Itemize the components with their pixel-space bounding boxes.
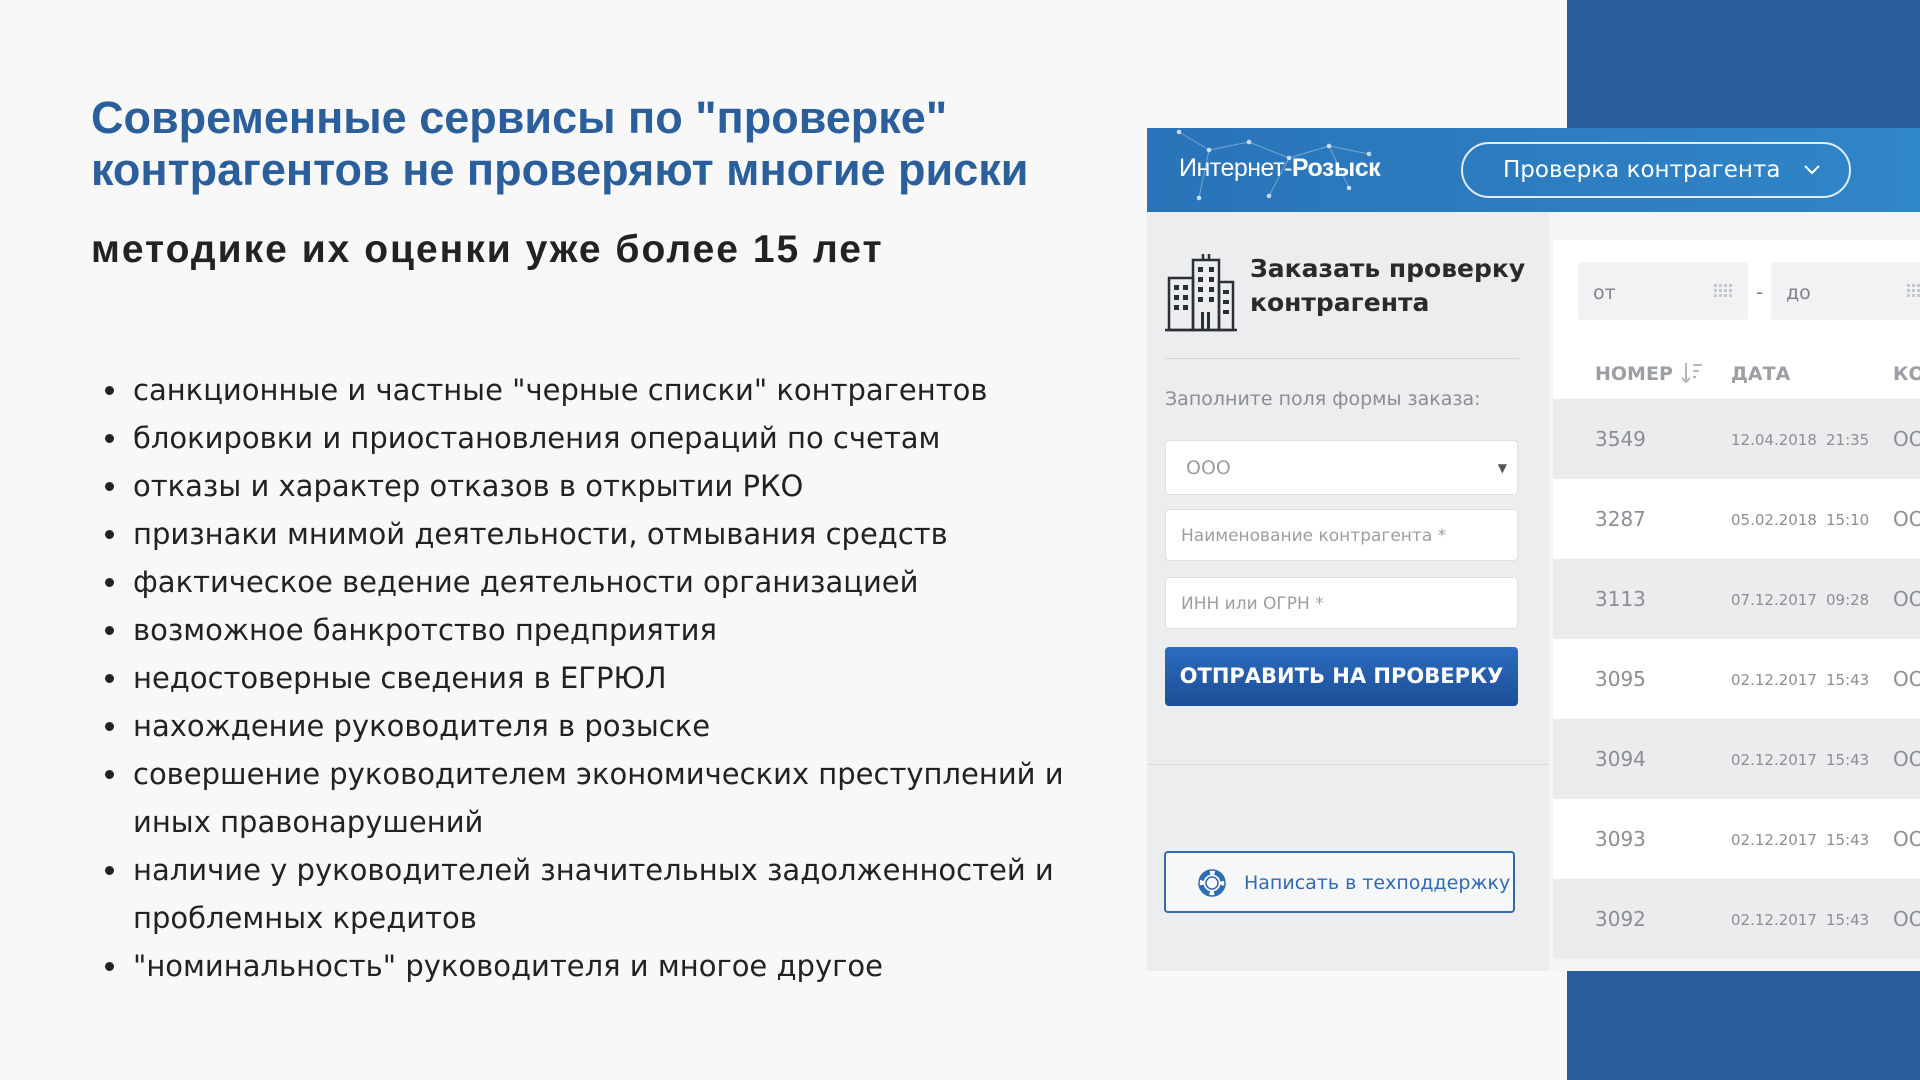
contractor-name-input[interactable]: Наименование контрагента * xyxy=(1165,509,1518,561)
column-header-contractor[interactable]: КОН xyxy=(1893,363,1920,385)
org-type-value: ООО xyxy=(1186,457,1231,479)
order-number: 3094 xyxy=(1595,747,1646,771)
table-row[interactable]: 3094 02.12.2017 15:43 ОО xyxy=(1553,719,1920,799)
date-to-input[interactable]: до xyxy=(1771,262,1920,320)
order-date: 02.12.2017 xyxy=(1731,751,1817,769)
support-button[interactable]: Написать в техподдержку xyxy=(1164,851,1515,913)
list-item: отказы и характер отказов в открытии РКО xyxy=(91,462,1091,510)
date-from-placeholder: от xyxy=(1593,282,1616,304)
list-item: недостоверные сведения в ЕГРЮЛ xyxy=(91,654,1091,702)
order-contractor: ОО xyxy=(1893,827,1920,851)
order-panel: Заказать проверку контрагента Заполните … xyxy=(1147,212,1549,971)
order-time: 09:28 xyxy=(1826,591,1870,609)
order-number: 3095 xyxy=(1595,667,1646,691)
table-header: НОМЕР ДАТА КОН xyxy=(1553,333,1920,399)
divider xyxy=(1165,358,1519,359)
service-select[interactable]: Проверка контрагента xyxy=(1461,142,1851,198)
order-number: 3287 xyxy=(1595,507,1646,531)
risk-list: санкционные и частные "черные списки" ко… xyxy=(91,366,1091,990)
orders-table: НОМЕР ДАТА КОН 3549 12.04.2018 21:35 ОО … xyxy=(1553,333,1920,959)
list-item: совершение руководителем экономических п… xyxy=(91,750,1091,846)
order-date: 05.02.2018 xyxy=(1731,511,1817,529)
calendar-icon xyxy=(1714,284,1732,297)
order-number: 3549 xyxy=(1595,427,1646,451)
order-contractor: ОО xyxy=(1893,427,1920,451)
order-date: 02.12.2017 xyxy=(1731,831,1817,849)
list-item: возможное банкротство предприятия xyxy=(91,606,1091,654)
table-row[interactable]: 3549 12.04.2018 21:35 ОО xyxy=(1553,399,1920,479)
table-row[interactable]: 3095 02.12.2017 15:43 ОО xyxy=(1553,639,1920,719)
list-item: наличие у руководителей значительных зад… xyxy=(91,846,1091,942)
calendar-icon xyxy=(1907,284,1920,297)
date-to-placeholder: до xyxy=(1786,282,1811,304)
date-from-input[interactable]: от xyxy=(1578,262,1748,320)
table-row[interactable]: 3092 02.12.2017 15:43 ОО xyxy=(1553,879,1920,959)
slide-subtitle: методике их оценки уже более 15 лет xyxy=(91,228,884,271)
order-time: 15:10 xyxy=(1826,511,1870,529)
list-item: блокировки и приостановления операций по… xyxy=(91,414,1091,462)
column-header-date[interactable]: ДАТА xyxy=(1731,363,1790,385)
service-select-label: Проверка контрагента xyxy=(1503,157,1781,183)
order-time: 15:43 xyxy=(1826,671,1870,689)
list-item: санкционные и частные "черные списки" ко… xyxy=(91,366,1091,414)
list-item: фактическое ведение деятельности организ… xyxy=(91,558,1091,606)
logo-text-bold: Розыск xyxy=(1291,154,1381,182)
order-time: 21:35 xyxy=(1826,431,1870,449)
building-icon xyxy=(1165,254,1237,332)
orders-panel: от - до НОМЕР ДАТА КО 3549 12.04.2018 21… xyxy=(1549,212,1920,971)
table-row[interactable]: 3113 07.12.2017 09:28 ОО xyxy=(1553,559,1920,639)
order-number: 3113 xyxy=(1595,587,1646,611)
order-contractor: ОО xyxy=(1893,587,1920,611)
support-label: Написать в техподдержку xyxy=(1244,872,1511,894)
app-screenshot: Интернет-Розыск Проверка контрагента Зак… xyxy=(1147,128,1920,971)
order-contractor: ОО xyxy=(1893,507,1920,531)
order-time: 15:43 xyxy=(1826,911,1870,929)
app-header: Интернет-Розыск Проверка контрагента xyxy=(1147,128,1920,212)
slide-title-line2: контрагентов не проверяют многие риски xyxy=(91,144,1029,195)
order-contractor: ОО xyxy=(1893,907,1920,931)
chevron-down-icon xyxy=(1804,165,1820,175)
date-filter: от - до xyxy=(1553,240,1920,333)
divider xyxy=(1147,764,1549,765)
logo-text: Интернет- xyxy=(1179,154,1292,182)
date-separator: - xyxy=(1756,280,1764,304)
caret-down-icon: ▼ xyxy=(1497,461,1507,475)
table-row[interactable]: 3093 02.12.2017 15:43 ОО xyxy=(1553,799,1920,879)
order-number: 3093 xyxy=(1595,827,1646,851)
slide-title-line1: Современные сервисы по "проверке" xyxy=(91,92,948,143)
contractor-name-placeholder: Наименование контрагента * xyxy=(1181,526,1447,546)
inn-ogrn-input[interactable]: ИНН или ОГРН * xyxy=(1165,577,1518,629)
list-item: "номинальность" руководителя и многое др… xyxy=(91,942,1091,990)
order-contractor: ОО xyxy=(1893,747,1920,771)
order-date: 12.04.2018 xyxy=(1731,431,1817,449)
order-time: 15:43 xyxy=(1826,831,1870,849)
order-title: Заказать проверку контрагента xyxy=(1250,254,1526,317)
list-item: нахождение руководителя в розыске xyxy=(91,702,1091,750)
submit-check-button[interactable]: ОТПРАВИТЬ НА ПРОВЕРКУ xyxy=(1165,647,1518,706)
form-hint: Заполните поля формы заказа: xyxy=(1165,388,1481,410)
org-type-select[interactable]: ООО ▼ xyxy=(1165,440,1518,495)
order-date: 02.12.2017 xyxy=(1731,671,1817,689)
order-number: 3092 xyxy=(1595,907,1646,931)
lifebuoy-icon xyxy=(1198,869,1226,897)
inn-ogrn-placeholder: ИНН или ОГРН * xyxy=(1181,594,1324,614)
list-item: признаки мнимой деятельности, отмывания … xyxy=(91,510,1091,558)
table-row[interactable]: 3287 05.02.2018 15:10 ОО xyxy=(1553,479,1920,559)
column-header-number[interactable]: НОМЕР xyxy=(1595,363,1673,385)
slide-title: Современные сервисы по "проверке" контра… xyxy=(91,92,1028,196)
order-date: 02.12.2017 xyxy=(1731,911,1817,929)
order-time: 15:43 xyxy=(1826,751,1870,769)
order-contractor: ОО xyxy=(1893,667,1920,691)
sort-icon[interactable] xyxy=(1681,361,1703,385)
app-logo[interactable]: Интернет-Розыск xyxy=(1179,154,1381,183)
order-date: 07.12.2017 xyxy=(1731,591,1817,609)
